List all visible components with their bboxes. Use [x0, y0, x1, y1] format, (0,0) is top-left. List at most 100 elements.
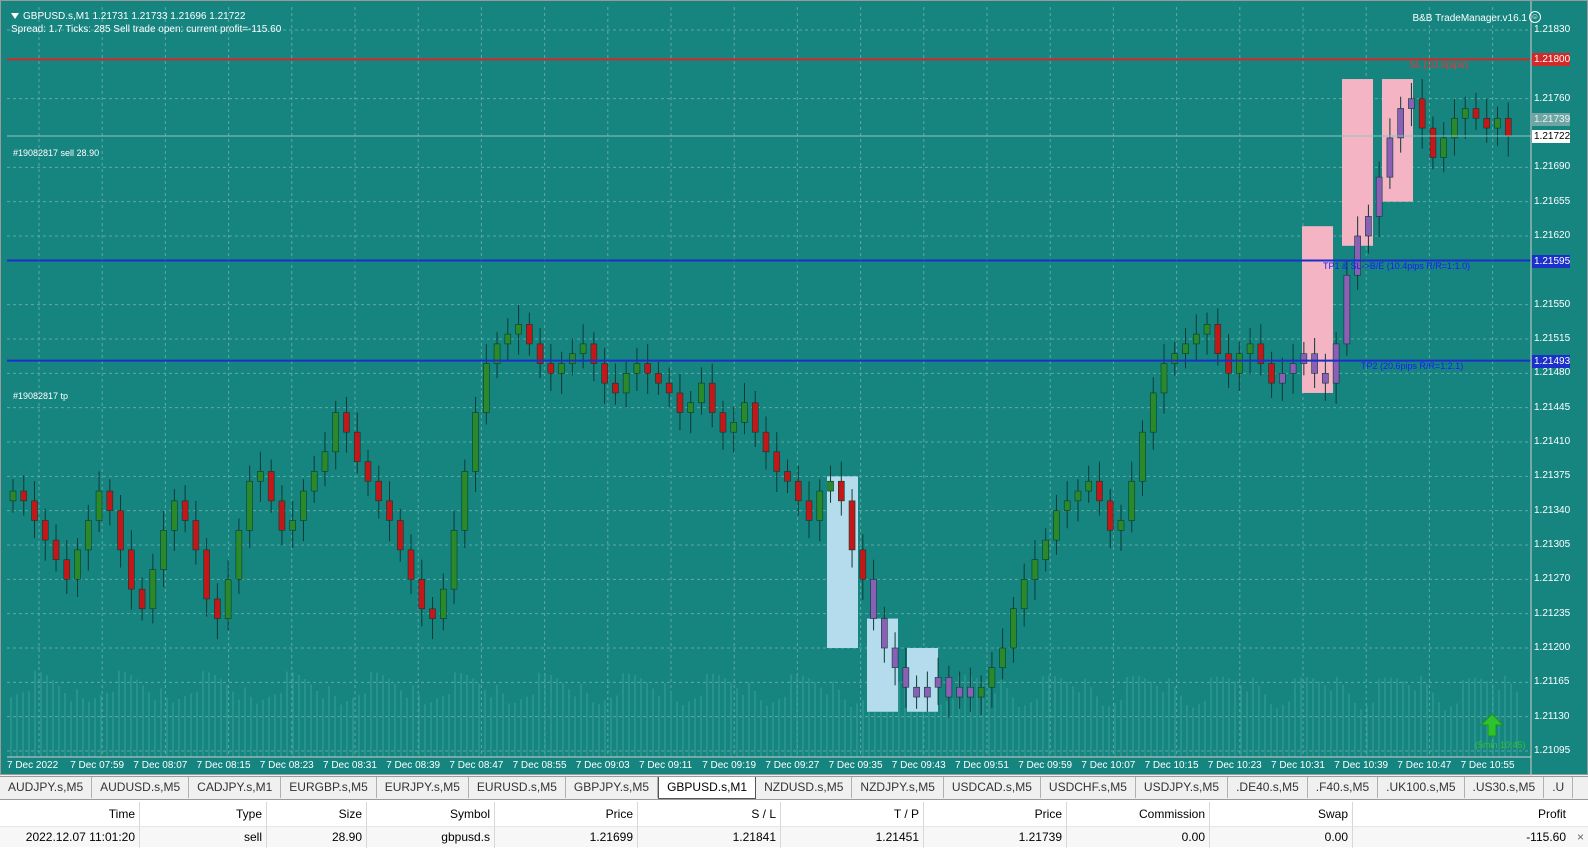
col-header-type[interactable]: Type	[236, 807, 262, 821]
candle-body	[1031, 559, 1039, 580]
candle-body	[418, 579, 426, 610]
time-tick-label: 7 Dec 09:11	[639, 760, 693, 771]
symbol-tab[interactable]: GBPJPY.s,M5	[566, 777, 659, 798]
col-header-swap[interactable]: Swap	[1318, 807, 1348, 821]
price-tick-label: 1.21200	[1534, 642, 1571, 653]
symbol-tab[interactable]: AUDJPY.s,M5	[0, 777, 93, 798]
col-header-commission[interactable]: Commission	[1139, 807, 1205, 821]
symbol-tab[interactable]: EURGBP.s,M5	[281, 777, 377, 798]
candle-body	[827, 480, 834, 492]
symbol-tab[interactable]: USDCHF.s,M5	[1041, 777, 1136, 798]
candle-body	[1074, 490, 1082, 502]
chart-menu-icon[interactable]	[11, 13, 19, 20]
close-trade-icon[interactable]: ×	[1577, 830, 1584, 844]
col-header-size[interactable]: Size	[339, 807, 362, 821]
price-tick-label: 1.21620	[1534, 230, 1571, 241]
candle-body	[63, 559, 71, 580]
candle-body	[343, 412, 350, 433]
col-header-price[interactable]: Price	[606, 807, 633, 821]
candle-body	[612, 382, 619, 394]
candle-body	[396, 520, 404, 551]
candle-body	[698, 382, 705, 404]
candle-body	[1429, 127, 1437, 158]
sl-label: SL (10.0pips)	[1409, 60, 1469, 71]
candle-body	[1483, 117, 1491, 129]
time-tick-label: 7 Dec 08:47	[449, 760, 504, 771]
time-tick-label: 7 Dec 10:07	[1081, 760, 1136, 771]
symbol-tab[interactable]: NZDUSD.s,M5	[756, 777, 853, 798]
candle-body	[633, 363, 641, 374]
time-tick-label: 7 Dec 10:15	[1144, 760, 1199, 771]
tp2-price-flag: 1.21493	[1532, 354, 1571, 368]
bid-price-flag: 1.21722	[1532, 129, 1571, 143]
candle-body	[848, 500, 856, 551]
symbol-info: GBPUSD.s,M1 1.21731 1.21733 1.21696 1.21…	[11, 11, 245, 22]
candle-body	[1440, 137, 1447, 158]
candle-body	[1504, 117, 1512, 137]
smiley-icon[interactable]: ☺	[1529, 11, 1541, 23]
col-header-current-price[interactable]: Price	[1035, 807, 1062, 821]
price-chart[interactable]: GBPUSD.s,M1 1.21731 1.21733 1.21696 1.21…	[0, 0, 1588, 776]
symbol-tab[interactable]: USDJPY.s,M5	[1136, 777, 1229, 798]
time-tick-label: 7 Dec 08:31	[323, 760, 377, 771]
symbol-tab[interactable]: .US30.s,M5	[1465, 777, 1545, 798]
candle-body	[1386, 137, 1394, 178]
up-arrow-icon	[1479, 713, 1505, 737]
candle-body	[160, 529, 167, 570]
col-header-time[interactable]: Time	[109, 807, 135, 821]
tp2-label: TP2 (20.6pips R/R=1:2.1)	[1361, 361, 1464, 371]
candle-body	[20, 490, 28, 502]
candle-body	[601, 363, 608, 384]
candle-body	[267, 471, 275, 502]
trade-row[interactable]	[0, 827, 1588, 847]
symbol-tab[interactable]: .U	[1544, 777, 1574, 798]
candle-body	[902, 667, 910, 688]
candle-body	[956, 686, 963, 698]
candle-body	[1063, 500, 1071, 511]
col-header-symbol[interactable]: Symbol	[450, 807, 490, 821]
price-tick-label: 1.21270	[1534, 573, 1571, 585]
symbol-tab[interactable]: AUDUSD.s,M5	[92, 777, 190, 798]
candle-body	[794, 480, 802, 502]
candle-body	[644, 363, 651, 374]
time-tick-label: 7 Dec 08:39	[386, 760, 441, 771]
col-header-tp[interactable]: T / P	[894, 807, 919, 821]
trade-manager-title: B&B TradeManager.v16.1	[1412, 13, 1527, 24]
candle-body	[52, 539, 60, 561]
col-separator	[637, 802, 638, 848]
symbol-tab[interactable]: GBPUSD.s,M1	[658, 777, 757, 799]
symbol-tab[interactable]: .UK100.s,M5	[1378, 777, 1465, 798]
time-tick-label: 7 Dec 08:23	[259, 760, 314, 771]
candle-body	[300, 490, 307, 521]
candle-body	[569, 353, 576, 364]
candle-body	[622, 373, 630, 394]
candle-body	[31, 500, 38, 521]
candle-body	[235, 529, 243, 580]
time-tick-label: 7 Dec 09:59	[1018, 760, 1073, 771]
candle-body	[526, 323, 533, 345]
candle-body	[181, 500, 189, 521]
symbol-tab[interactable]: EURJPY.s,M5	[377, 777, 469, 798]
symbol-tab[interactable]: .F40.s,M5	[1308, 777, 1379, 798]
candle-body	[1096, 480, 1103, 502]
symbol-tab[interactable]: EURUSD.s,M5	[469, 777, 566, 798]
price-tick-label: 1.21340	[1534, 504, 1571, 516]
col-header-sl[interactable]: S / L	[751, 807, 776, 821]
candle-body	[128, 549, 135, 590]
price-tick-label: 1.21690	[1534, 161, 1571, 173]
symbol-tab[interactable]: CADJPY.s,M1	[189, 777, 282, 798]
price-tick-label: 1.21515	[1534, 333, 1571, 344]
time-tick-label: 7 Dec 08:55	[512, 760, 567, 771]
symbol-tab[interactable]: USDCAD.s,M5	[944, 777, 1041, 798]
candle-body	[924, 686, 931, 698]
candle-body	[1106, 500, 1114, 531]
chart-canvas[interactable]	[1, 1, 1588, 776]
time-tick-label: 7 Dec 10:47	[1397, 760, 1452, 771]
col-header-profit[interactable]: Profit	[1538, 807, 1566, 821]
cell-profit: -115.60	[1526, 830, 1566, 844]
symbol-tab[interactable]: .DE40.s,M5	[1228, 777, 1308, 798]
symbol-tab[interactable]: NZDJPY.s,M5	[852, 777, 944, 798]
price-tick-label: 1.21830	[1534, 24, 1571, 35]
candle-body	[1149, 392, 1157, 433]
candle-body	[106, 490, 114, 511]
